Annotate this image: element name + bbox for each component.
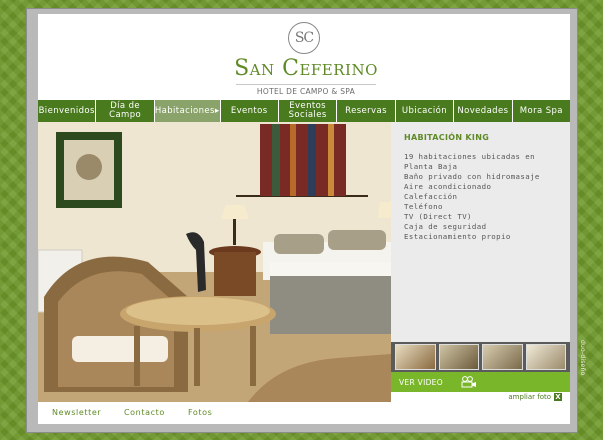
thumbnail-1[interactable] bbox=[395, 344, 436, 370]
thumbnail-3[interactable] bbox=[482, 344, 523, 370]
nav-item-mora-spa[interactable]: Mora Spa bbox=[513, 100, 570, 122]
zoom-photo-link[interactable]: ampliar foto bbox=[508, 393, 551, 401]
footer-link-newsletter[interactable]: Newsletter bbox=[52, 408, 101, 417]
room-photo-illustration bbox=[38, 122, 391, 402]
room-photo bbox=[38, 122, 391, 402]
main-nav: Bienvenidos Día de Campo Habitaciones▸ E… bbox=[38, 100, 570, 122]
video-camera-icon bbox=[461, 376, 476, 388]
nav-item-eventos[interactable]: Eventos bbox=[221, 100, 279, 122]
nav-item-reservas[interactable]: Reservas bbox=[337, 100, 396, 122]
feature-item: Estacionamiento propio bbox=[404, 232, 511, 241]
thumbnail-4[interactable] bbox=[525, 344, 566, 370]
room-info-panel: HABITACIÓN KING 19 habitaciones ubicadas… bbox=[391, 122, 570, 342]
footer-link-fotos[interactable]: Fotos bbox=[188, 408, 212, 417]
design-credit[interactable]: duo-diseño bbox=[574, 340, 586, 390]
feature-item: Caja de seguridad bbox=[404, 222, 487, 231]
nav-item-ubicacion[interactable]: Ubicación bbox=[396, 100, 455, 122]
room-features-list: 19 habitaciones ubicadas en Planta Baja … bbox=[404, 152, 540, 242]
feature-item: TV (Direct TV) bbox=[404, 212, 472, 221]
brand-name: San Ceferino bbox=[234, 56, 378, 81]
logo-monogram: SC bbox=[288, 22, 320, 54]
close-icon[interactable]: X bbox=[554, 393, 562, 401]
nav-item-habitaciones[interactable]: Habitaciones▸ bbox=[154, 100, 221, 122]
zoom-photo-bar: ampliar foto X bbox=[391, 392, 570, 402]
nav-item-novedades[interactable]: Novedades bbox=[454, 100, 513, 122]
feature-item: 19 habitaciones ubicadas en bbox=[404, 152, 535, 161]
photo-thumbnails bbox=[391, 342, 570, 372]
footer: Newsletter Contacto Fotos bbox=[38, 402, 570, 424]
thumbnail-2[interactable] bbox=[438, 344, 479, 370]
feature-item: Aire acondicionado bbox=[404, 182, 492, 191]
footer-link-contacto[interactable]: Contacto bbox=[124, 408, 165, 417]
nav-item-eventos-sociales[interactable]: Eventos Sociales bbox=[279, 100, 338, 122]
feature-item: Teléfono bbox=[404, 202, 443, 211]
feature-item: Baño privado con hidromasaje bbox=[404, 172, 540, 181]
video-label: VER VIDEO bbox=[399, 377, 443, 387]
nav-item-dia-de-campo[interactable]: Día de Campo bbox=[96, 100, 155, 122]
feature-item: Planta Baja bbox=[404, 162, 458, 171]
nav-item-bienvenidos[interactable]: Bienvenidos bbox=[38, 100, 97, 122]
brand-subtitle: HOTEL DE CAMPO & SPA bbox=[236, 84, 376, 96]
room-title: HABITACIÓN KING bbox=[404, 133, 490, 142]
feature-item: Calefacción bbox=[404, 192, 458, 201]
watch-video-button[interactable]: VER VIDEO bbox=[391, 372, 570, 392]
